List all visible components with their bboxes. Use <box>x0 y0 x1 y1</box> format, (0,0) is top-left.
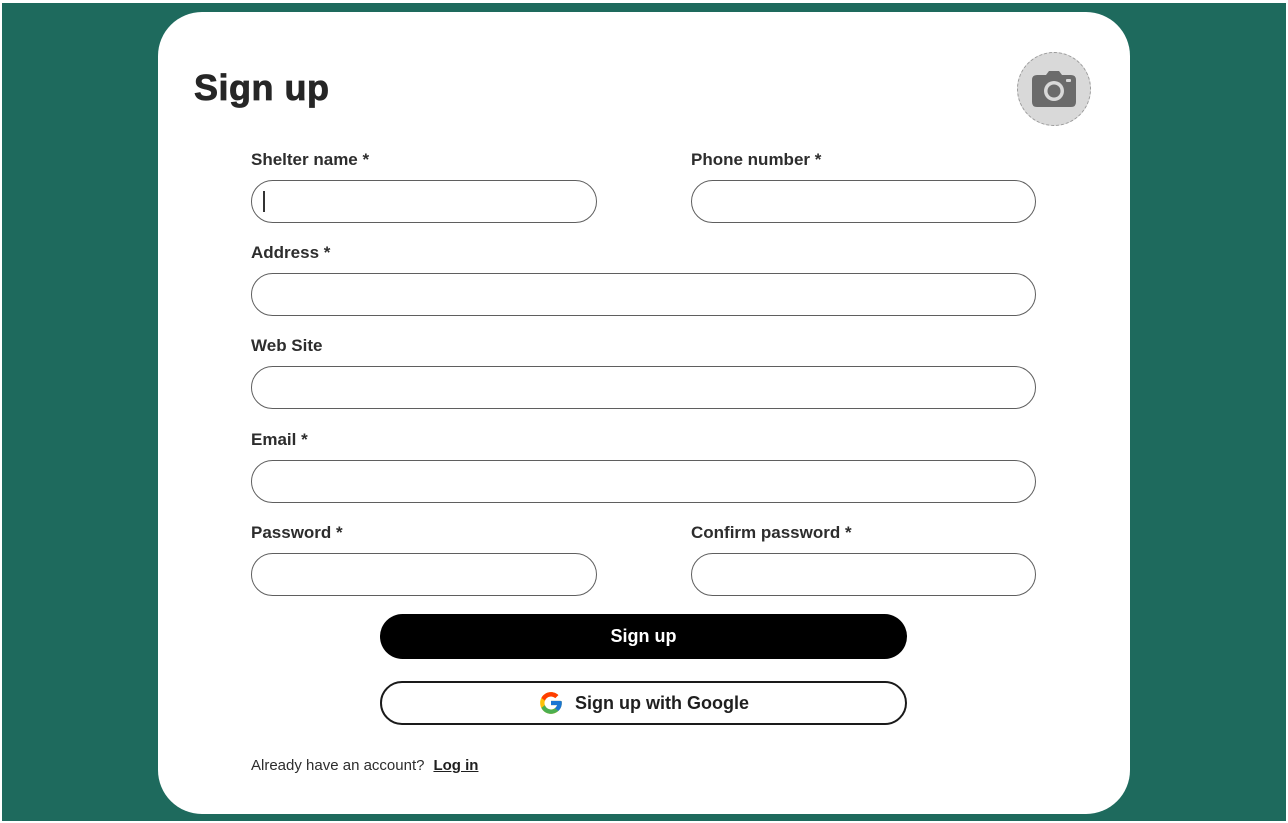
upload-photo-button[interactable] <box>1017 52 1091 126</box>
phone-number-input[interactable] <box>692 181 1035 222</box>
sign-up-button[interactable]: Sign up <box>380 614 907 659</box>
shelter-name-label: Shelter name * <box>251 150 370 169</box>
page-title: Sign up <box>194 67 330 108</box>
web-site-label: Web Site <box>251 336 323 355</box>
text-cursor <box>263 191 265 212</box>
password-label: Password * <box>251 523 343 542</box>
google-icon <box>538 690 564 716</box>
shelter-name-field-container <box>251 180 597 223</box>
confirm-password-field-container <box>691 553 1036 596</box>
google-sign-up-button[interactable]: Sign up with Google <box>380 681 907 725</box>
camera-icon <box>1032 71 1076 107</box>
login-prompt: Already have an account? Log in <box>251 756 478 776</box>
login-link[interactable]: Log in <box>433 757 478 774</box>
google-button-label: Sign up with Google <box>575 692 749 713</box>
password-input[interactable] <box>252 554 596 595</box>
login-prompt-text: Already have an account? <box>251 757 425 774</box>
confirm-password-input[interactable] <box>692 554 1035 595</box>
email-field-container <box>251 460 1036 503</box>
web-site-field-container <box>251 366 1036 409</box>
password-field-container <box>251 553 597 596</box>
phone-number-field-container <box>691 180 1036 223</box>
phone-number-label: Phone number * <box>691 150 822 169</box>
confirm-password-label: Confirm password * <box>691 523 852 542</box>
address-input[interactable] <box>252 274 1035 315</box>
email-label: Email * <box>251 430 308 449</box>
address-label: Address * <box>251 243 331 262</box>
signup-card: Sign up Shelter name * Phone number * Ad… <box>158 12 1130 814</box>
web-site-input[interactable] <box>252 367 1035 408</box>
address-field-container <box>251 273 1036 316</box>
email-input[interactable] <box>252 461 1035 502</box>
shelter-name-input[interactable] <box>252 181 596 222</box>
